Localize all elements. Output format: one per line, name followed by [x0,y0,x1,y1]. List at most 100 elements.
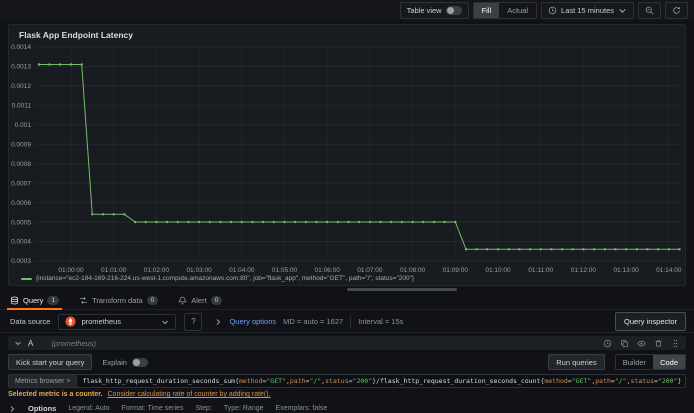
svg-text:01:05:00: 01:05:00 [272,267,298,274]
tab-query-count: 1 [47,296,60,305]
database-icon [11,296,18,305]
time-range-picker[interactable]: Last 15 minutes [541,1,634,19]
query-token: path [595,377,611,385]
query-token: } [677,377,682,385]
query-history-icon[interactable] [603,339,612,348]
query-token: "200" [352,377,373,385]
actual-option[interactable]: Actual [499,3,536,18]
query-token: path [289,377,306,385]
svg-text:0.0003: 0.0003 [11,258,31,265]
svg-text:01:08:00: 01:08:00 [400,267,426,274]
chevron-right-icon [217,318,221,325]
zoom-out-icon [645,6,654,15]
svg-text:0.0014: 0.0014 [11,44,31,51]
query-token: "200" [657,377,678,385]
svg-text:01:07:00: 01:07:00 [357,267,383,274]
clock-icon [548,6,557,14]
query-inspector-button[interactable]: Query inspector [615,312,686,331]
svg-text:01:03:00: 01:03:00 [186,267,212,274]
remove-query-trash-icon[interactable] [654,339,663,348]
editor-tabs: Query 1 Transform data 0 Alert 0 [0,292,694,310]
refresh-icon [673,6,680,14]
query-token: method [544,377,568,385]
horizontal-scrollbar[interactable] [347,288,457,291]
warning-rate-link[interactable]: Consider calculating rate of counter by … [108,391,271,398]
options-item: Step: [195,405,212,412]
datasource-row: Data source prometheus ? Query options M… [0,311,694,333]
datasource-select[interactable]: prometheus [58,313,177,330]
query-editor-area: A (prometheus) Kick start your query Exp… [0,333,694,413]
bell-icon [178,296,188,305]
duplicate-query-icon[interactable] [620,339,629,348]
interval-summary: Interval = 15s [358,317,404,326]
query-row-actions [603,339,680,348]
svg-text:01:10:00: 01:10:00 [485,267,511,274]
kick-start-query-button[interactable]: Kick start your query [8,354,93,370]
tab-transform-data[interactable]: Transform data 0 [79,292,159,309]
max-data-points-summary: MD = auto = 1627 [283,317,344,326]
promql-code-input[interactable]: flask_http_request_duration_seconds_sum{… [77,374,686,388]
svg-text:01:11:00: 01:11:00 [528,267,553,274]
time-range-label: Last 15 minutes [561,5,614,15]
datasource-help-button[interactable]: ? [184,312,203,331]
svg-text:0.0006: 0.0006 [11,200,31,207]
chevron-right-icon[interactable] [8,405,16,413]
query-editor-row: Metrics browser > flask_http_request_dur… [8,374,686,388]
datasource-label: Data source [10,317,51,326]
table-view-toggle-group[interactable]: Table view [399,1,469,19]
divider [350,316,352,327]
query-token: "GET" [571,377,592,385]
query-options-bar: Query options MD = auto = 1627 Interval … [214,316,403,327]
explain-toggle-group: Explain [102,357,148,367]
svg-text:0.0011: 0.0011 [12,103,32,110]
transform-icon [80,297,87,304]
chart-grid: 0.0014 0.0013 0.0012 0.0011 0.001 0.0009 0.000… [11,44,682,274]
datasource-value: prometheus [81,317,122,326]
panel-editor-header: Table view Fill Actual Last 15 minutes [0,0,694,20]
table-view-label: Table view [406,5,442,15]
svg-text:01:02:00: 01:02:00 [144,267,170,274]
tab-transform-count: 0 [146,296,159,305]
options-summary: Legend: Auto Format: Time series Step: Type… [68,405,339,412]
query-token: flask_http_request_duration_seconds_sum [82,377,236,385]
svg-text:01:01:00: 01:01:00 [101,267,127,274]
query-options-link[interactable]: Query options [229,317,276,326]
latency-panel: Flask App Endpoint Latency 0.0014 0.0013 0… [8,24,686,286]
tab-query[interactable]: Query 1 [6,292,63,310]
explain-toggle[interactable] [131,357,148,367]
warning-text: Selected metric is a counter. [8,391,103,398]
metrics-browser-button[interactable]: Metrics browser > [8,374,78,388]
options-item: Legend: Auto [68,405,110,412]
svg-text:01:06:00: 01:06:00 [315,267,341,274]
run-queries-button[interactable]: Run queries [548,354,605,370]
query-token: status [630,377,654,385]
options-item: Format: Time series [121,405,184,412]
chart-legend[interactable]: {instance="ec2-184-169-216-224.us-west-1… [21,275,414,282]
chevron-down-icon [162,320,169,324]
query-row-header[interactable]: A (prometheus) [8,336,686,350]
fill-actual-group: Fill Actual [472,1,538,19]
explain-label: Explain [102,357,127,367]
latency-chart[interactable]: 0.0014 0.0013 0.0012 0.0011 0.001 0.0009 0.000… [9,25,685,285]
query-token: "/" [309,377,322,385]
toggle-knob [132,358,140,366]
svg-text:0.0007: 0.0007 [11,180,31,187]
svg-text:0.0009: 0.0009 [11,141,31,148]
svg-text:01:09:00: 01:09:00 [443,267,469,274]
hide-response-eye-icon[interactable] [637,339,646,348]
drag-handle-icon[interactable] [671,339,680,348]
code-option[interactable]: Code [653,355,685,369]
tab-query-label: Query [23,296,44,305]
refresh-button[interactable] [665,1,688,19]
fill-option[interactable]: Fill [473,2,500,18]
query-name: A [28,338,34,348]
toggle-knob [446,6,454,14]
chevron-down-icon[interactable] [14,339,22,347]
table-view-toggle[interactable] [445,5,462,15]
svg-text:01:13:00: 01:13:00 [613,267,639,274]
zoom-out-button[interactable] [638,1,661,19]
legend-label: {instance="ec2-184-169-216-224.us-west-1… [36,275,415,282]
tab-alert[interactable]: Alert 0 [178,292,223,309]
builder-option[interactable]: Builder [616,355,653,369]
query-toolbar: Kick start your query Explain Run querie… [8,354,686,370]
